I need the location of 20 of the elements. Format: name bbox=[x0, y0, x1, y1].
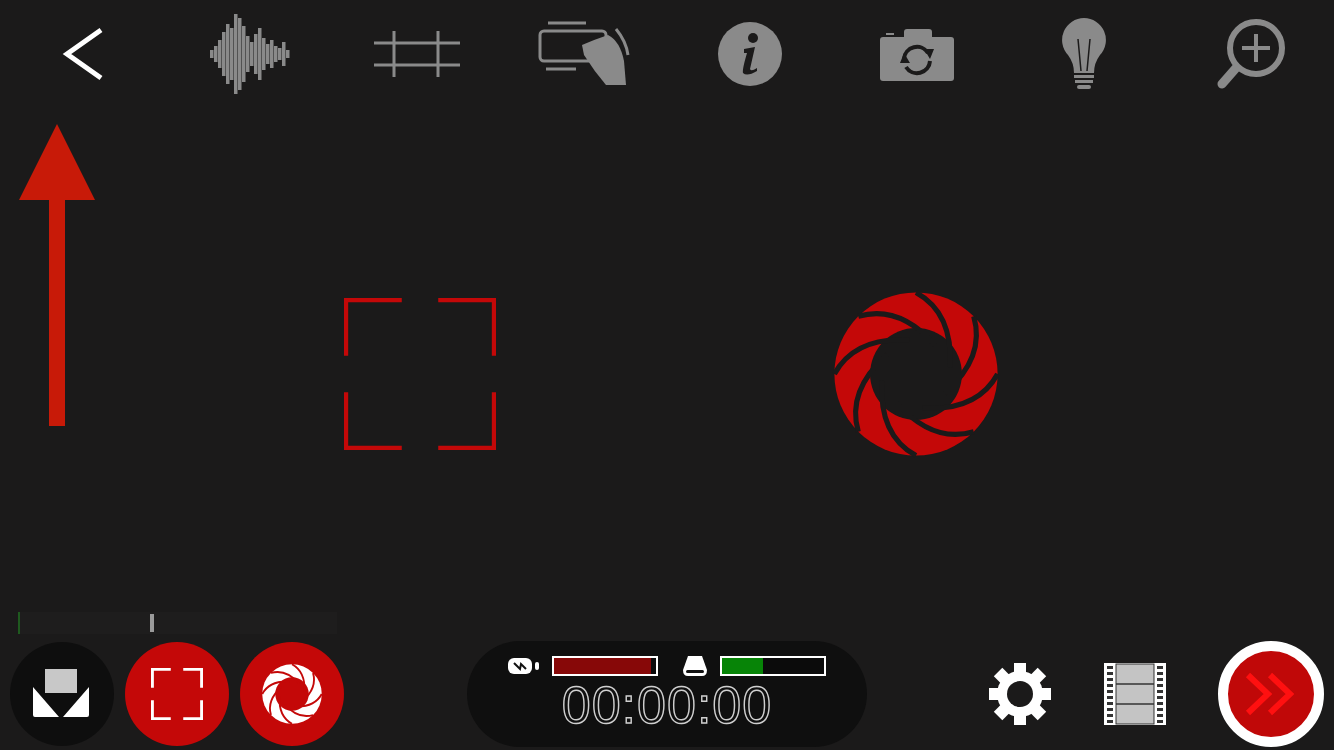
zoom-button[interactable] bbox=[1215, 18, 1286, 90]
zoom-in-icon bbox=[1215, 18, 1286, 90]
aperture-icon bbox=[261, 663, 323, 725]
info-button[interactable] bbox=[717, 21, 784, 87]
film-strip-icon bbox=[1104, 663, 1166, 725]
settings-icon bbox=[989, 663, 1051, 725]
focus-frame-icon bbox=[151, 668, 203, 720]
light-bulb-icon bbox=[1059, 17, 1108, 91]
grid-button[interactable] bbox=[373, 31, 460, 77]
timecode: 00:00:00 bbox=[561, 677, 773, 733]
light-button[interactable] bbox=[1059, 17, 1108, 91]
grid-icon bbox=[373, 31, 460, 77]
settings-button[interactable] bbox=[989, 663, 1051, 725]
info-icon bbox=[717, 21, 784, 87]
battery-icon bbox=[508, 657, 540, 675]
film-library-button[interactable] bbox=[1104, 663, 1166, 725]
storage-icon bbox=[682, 655, 708, 677]
camera-rotate-icon bbox=[880, 27, 955, 81]
flip-camera-button[interactable] bbox=[880, 27, 955, 81]
overlay-icon bbox=[33, 669, 91, 719]
